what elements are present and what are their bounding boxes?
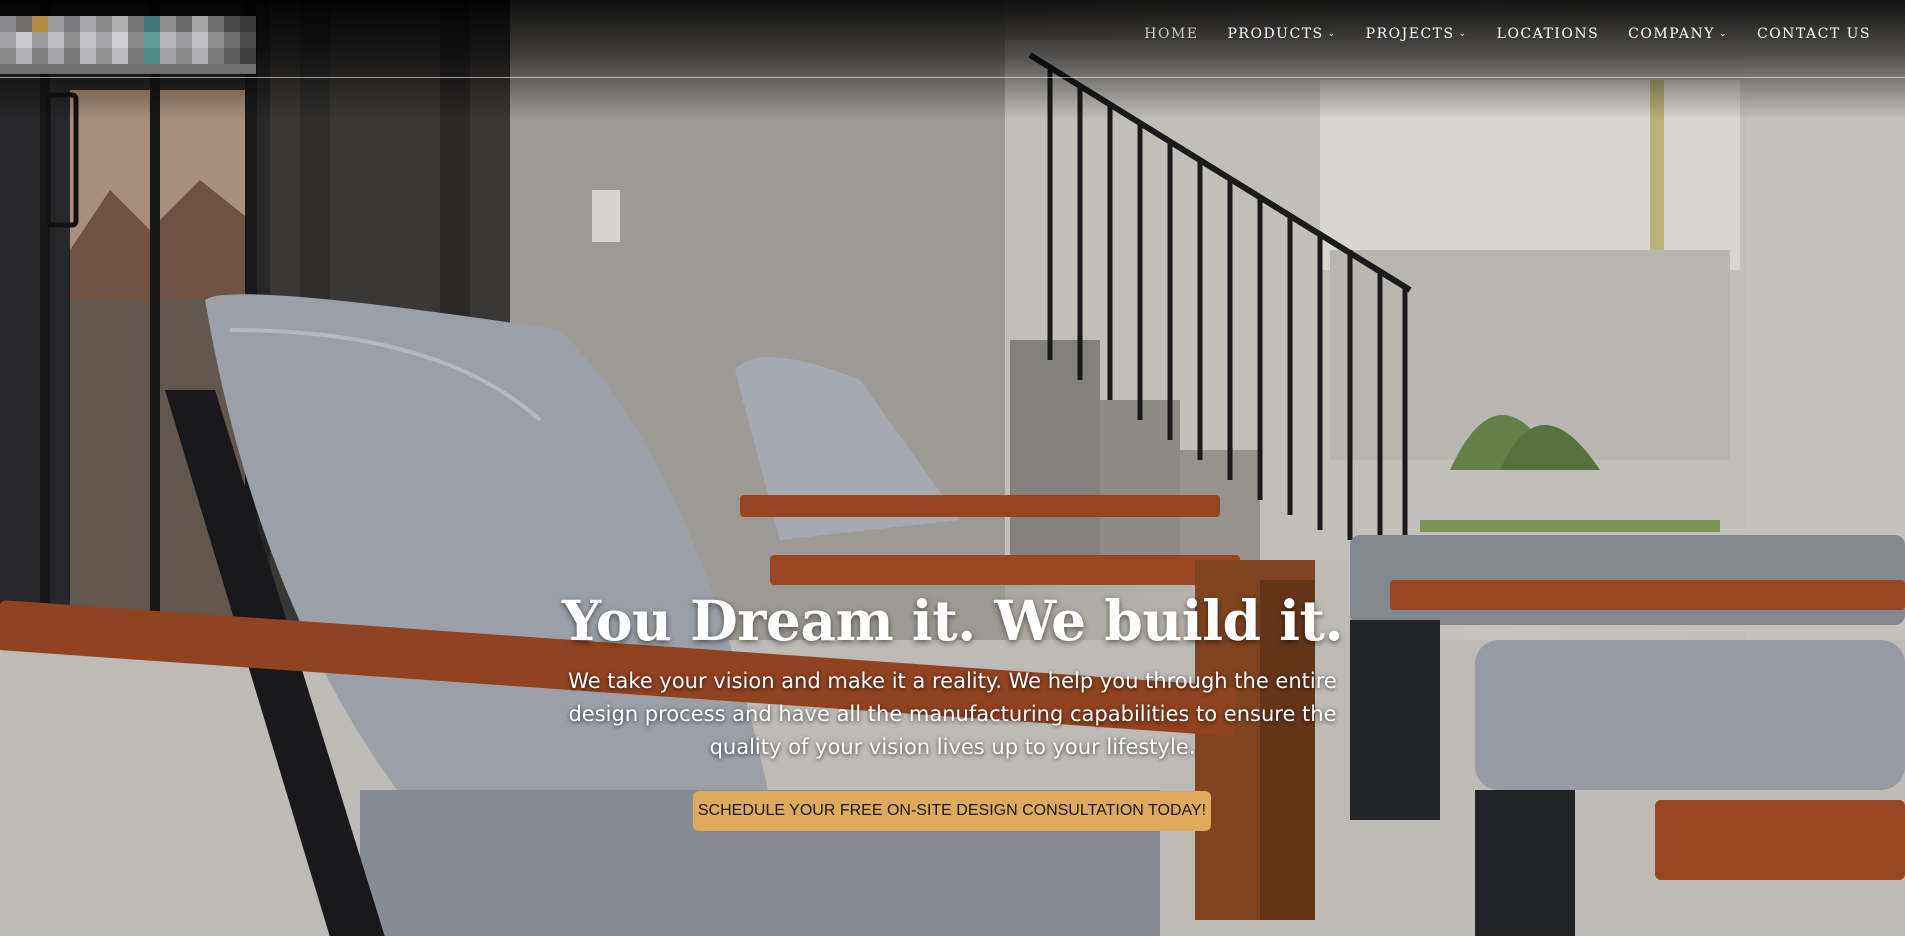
nav-item-home[interactable]: HOME (1144, 26, 1198, 42)
hero-headline: You Dream it. We build it. (561, 588, 1344, 653)
nav-item-label: PROJECTS (1365, 26, 1455, 42)
hero-section: HOME PRODUCTS ⌄ PROJECTS ⌄ LOCATIONS COM… (0, 0, 1905, 937)
nav-item-locations[interactable]: LOCATIONS (1497, 26, 1600, 42)
nav-item-company[interactable]: COMPANY ⌄ (1628, 26, 1728, 42)
nav-item-label: PRODUCTS (1227, 26, 1324, 42)
nav-item-projects[interactable]: PROJECTS ⌄ (1366, 26, 1468, 42)
cta-label: SCHEDULE YOUR FREE ON-SITE DESIGN CONSUL… (697, 802, 1207, 819)
logo-image (0, 16, 256, 74)
nav-shade (0, 0, 1905, 120)
site-logo[interactable] (0, 16, 256, 74)
nav-divider (0, 77, 1905, 78)
schedule-consultation-button[interactable]: SCHEDULE YOUR FREE ON-SITE DESIGN CONSUL… (693, 791, 1211, 831)
chevron-down-icon: ⌄ (1458, 29, 1468, 39)
chevron-down-icon: ⌄ (1718, 29, 1728, 39)
nav-item-products[interactable]: PRODUCTS ⌄ (1228, 26, 1337, 42)
nav-item-label: LOCATIONS (1496, 26, 1600, 42)
nav-item-label: HOME (1144, 26, 1199, 42)
nav-item-label: COMPANY (1628, 26, 1715, 42)
nav-item-label: CONTACT US (1756, 26, 1871, 42)
hero-subtext: We take your vision and make it a realit… (568, 669, 1337, 759)
chevron-down-icon: ⌄ (1327, 29, 1337, 39)
nav-item-contact-us[interactable]: CONTACT US (1757, 26, 1871, 42)
main-navigation: HOME PRODUCTS ⌄ PROJECTS ⌄ LOCATIONS COM… (1115, 26, 1871, 42)
